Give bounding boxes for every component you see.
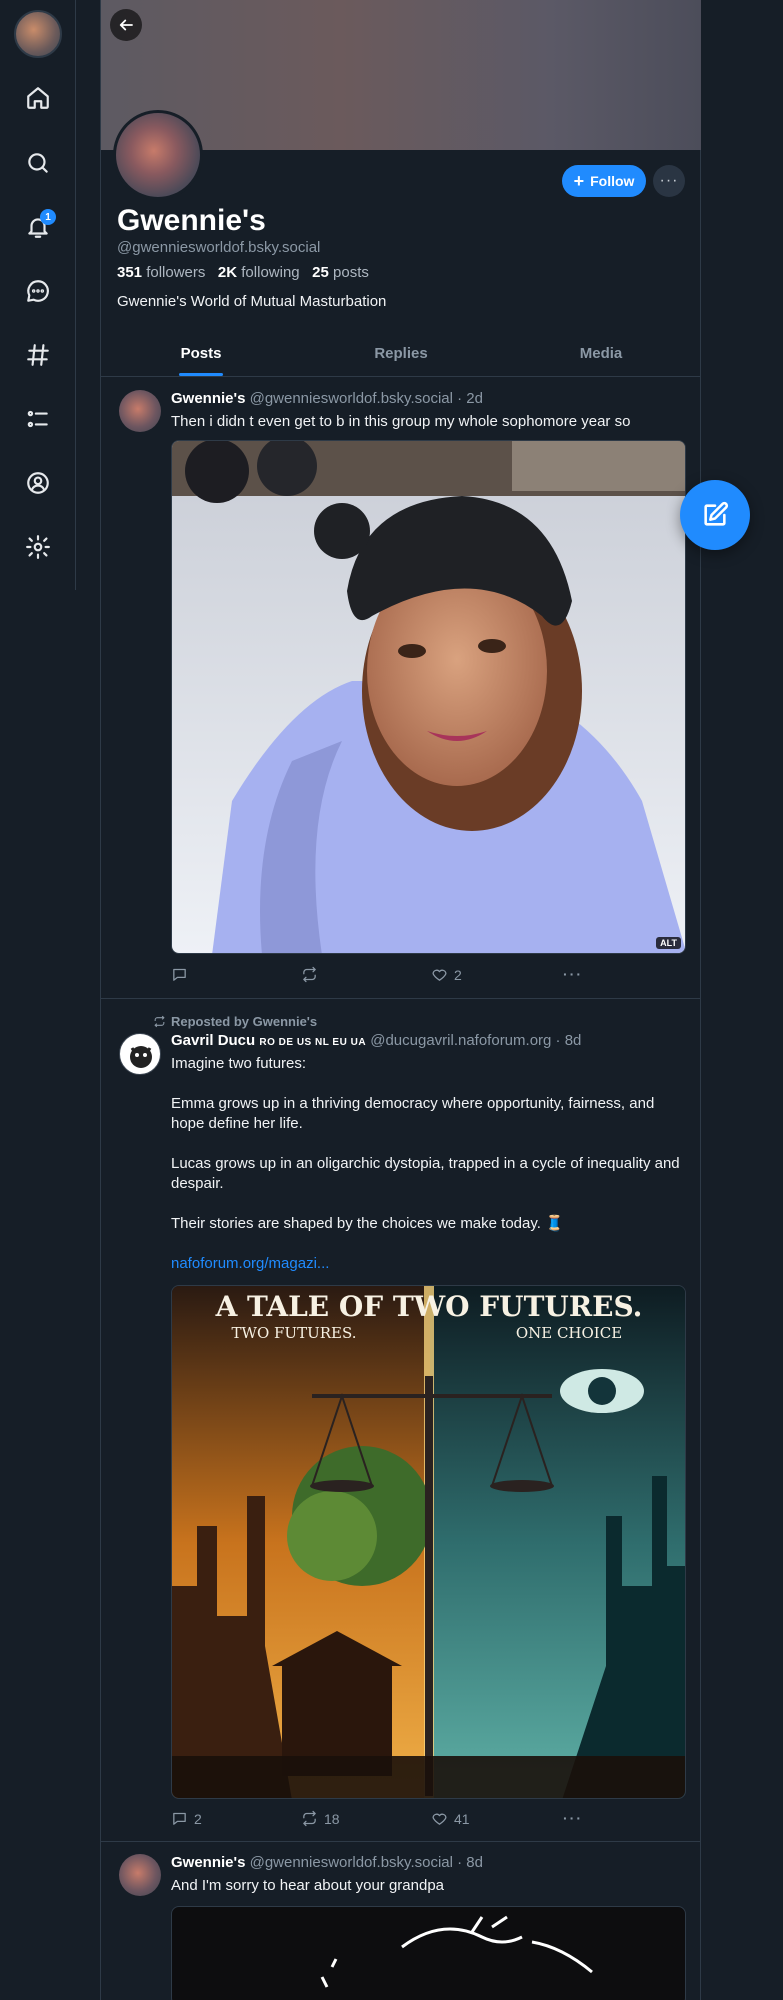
post-text: And I'm sorry to hear about your grandpa (171, 1877, 445, 1894)
post-text-line: Imagine two futures: (171, 1055, 307, 1072)
following-link[interactable]: 2K following (218, 264, 300, 281)
chat-icon[interactable] (22, 275, 54, 307)
repost-button[interactable]: 18 (301, 1810, 340, 1827)
home-icon[interactable] (22, 82, 54, 114)
post-author-avatar[interactable] (119, 1854, 161, 1896)
feed-post[interactable]: Gwennie's @gwenniesworldof.bsky.social ·… (101, 1842, 701, 2000)
like-count: 41 (454, 1810, 470, 1827)
search-icon[interactable] (22, 147, 54, 179)
post-author-name[interactable]: Gwennie's (171, 1854, 245, 1871)
post-image[interactable]: A TALE OF TWO FUTURES. TWO FUTURES. ONE … (171, 1285, 686, 1799)
post-author-handle[interactable]: @ducugavril.nafoforum.org (370, 1032, 551, 1049)
post-more-button[interactable]: ··· (563, 1810, 583, 1826)
compose-button[interactable] (680, 480, 750, 550)
left-sidebar: 1 (0, 0, 76, 590)
like-button[interactable]: 2 (431, 966, 462, 983)
post-image[interactable] (171, 1906, 686, 2000)
notification-badge: 1 (40, 209, 56, 225)
profile-tabs: Posts Replies Media (101, 330, 701, 377)
settings-icon[interactable] (22, 531, 54, 563)
repost-count: 18 (324, 1810, 340, 1827)
two-futures-illustration: A TALE OF TWO FUTURES. TWO FUTURES. ONE … (172, 1286, 685, 1798)
reply-button[interactable] (171, 966, 194, 983)
posts-count: 25 posts (312, 264, 369, 281)
dog-avatar-icon (130, 1046, 152, 1068)
tab-replies[interactable]: Replies (301, 330, 501, 376)
post-text-line: Lucas grows up in an oligarchic dystopia… (171, 1155, 680, 1192)
post-time[interactable]: · 2d (457, 390, 483, 407)
post-header: Gavril Ducu RO DE US NL EU UA @ducugavri… (171, 1032, 581, 1049)
sketch-image (320, 1915, 593, 1988)
author-flags: RO DE US NL EU UA (259, 1037, 367, 1048)
feed-post[interactable]: Reposted by Gwennie's Gavril Ducu RO DE … (101, 999, 701, 1839)
like-count: 2 (454, 966, 462, 983)
feed-post[interactable]: Gwennie's @gwenniesworldof.bsky.social ·… (101, 378, 701, 998)
list-icon[interactable] (22, 403, 54, 435)
post-image[interactable]: ALT (171, 440, 686, 954)
selfie-photo (172, 441, 685, 953)
hashtag-icon[interactable] (22, 339, 54, 371)
repost-icon (303, 1810, 316, 1827)
post-text: Then i didn t even get to b in this grou… (171, 413, 631, 430)
post-header: Gwennie's @gwenniesworldof.bsky.social ·… (171, 390, 483, 407)
post-time[interactable]: · 8d (457, 1854, 483, 1871)
image-subtitle-left: TWO FUTURES. (232, 1324, 357, 1342)
profile-handle: @gwenniesworldof.bsky.social (117, 239, 321, 256)
profile-bio: Gwennie's World of Mutual Masturbation (117, 293, 387, 310)
profile-more-button[interactable]: ··· (653, 165, 685, 197)
post-text-line: Their stories are shaped by the choices … (171, 1215, 564, 1232)
reply-icon (173, 968, 186, 981)
reply-count: 2 (194, 1810, 202, 1827)
profile-feed-column: + Follow ··· Gwennie's @gwenniesworldof.… (100, 0, 701, 2000)
like-button[interactable]: 41 (431, 1810, 470, 1827)
plus-icon: + (573, 171, 585, 191)
arrow-left-icon (119, 19, 133, 31)
tab-posts[interactable]: Posts (101, 330, 301, 376)
image-title: A TALE OF TWO FUTURES. (215, 1290, 643, 1323)
alt-text-badge[interactable]: ALT (656, 937, 681, 949)
post-time[interactable]: · 8d (556, 1032, 582, 1049)
image-subtitle-right: ONE CHOICE (516, 1324, 622, 1342)
reply-icon (173, 1812, 186, 1825)
follow-label: Follow (590, 173, 635, 189)
reply-button[interactable]: 2 (171, 1810, 202, 1827)
post-author-name[interactable]: Gwennie's (171, 390, 245, 407)
post-author-avatar[interactable] (119, 390, 161, 432)
post-actions: 2 ··· (171, 966, 691, 986)
post-header: Gwennie's @gwenniesworldof.bsky.social ·… (171, 1854, 483, 1871)
profile-icon[interactable] (22, 467, 54, 499)
heart-icon (432, 1813, 447, 1825)
post-actions: 2 18 41 ··· (171, 1810, 691, 1830)
profile-display-name: Gwennie's (117, 204, 266, 237)
tab-media[interactable]: Media (501, 330, 701, 376)
repost-icon (154, 1015, 165, 1028)
post-more-button[interactable]: ··· (563, 966, 583, 982)
repost-indicator[interactable]: Reposted by Gwennie's (153, 1014, 317, 1029)
heart-icon (432, 969, 447, 981)
current-user-avatar[interactable] (14, 10, 62, 58)
repost-button[interactable] (301, 966, 324, 983)
post-author-handle[interactable]: @gwenniesworldof.bsky.social (250, 390, 453, 407)
followers-link[interactable]: 351 followers (117, 264, 205, 281)
repost-icon (303, 966, 316, 983)
compose-icon (704, 501, 729, 526)
follow-button[interactable]: + Follow (562, 165, 646, 197)
profile-stats: 351 followers 2K following 25 posts (117, 264, 369, 281)
post-author-handle[interactable]: @gwenniesworldof.bsky.social (250, 1854, 453, 1871)
post-author-avatar[interactable] (119, 1033, 161, 1075)
post-author-name[interactable]: Gavril Ducu (171, 1032, 255, 1049)
post-link[interactable]: nafoforum.org/magazi... (171, 1254, 691, 1274)
profile-avatar[interactable] (113, 110, 203, 200)
back-button[interactable] (110, 9, 142, 41)
post-text-line: Emma grows up in a thriving democracy wh… (171, 1095, 655, 1132)
bell-icon[interactable]: 1 (22, 209, 56, 243)
